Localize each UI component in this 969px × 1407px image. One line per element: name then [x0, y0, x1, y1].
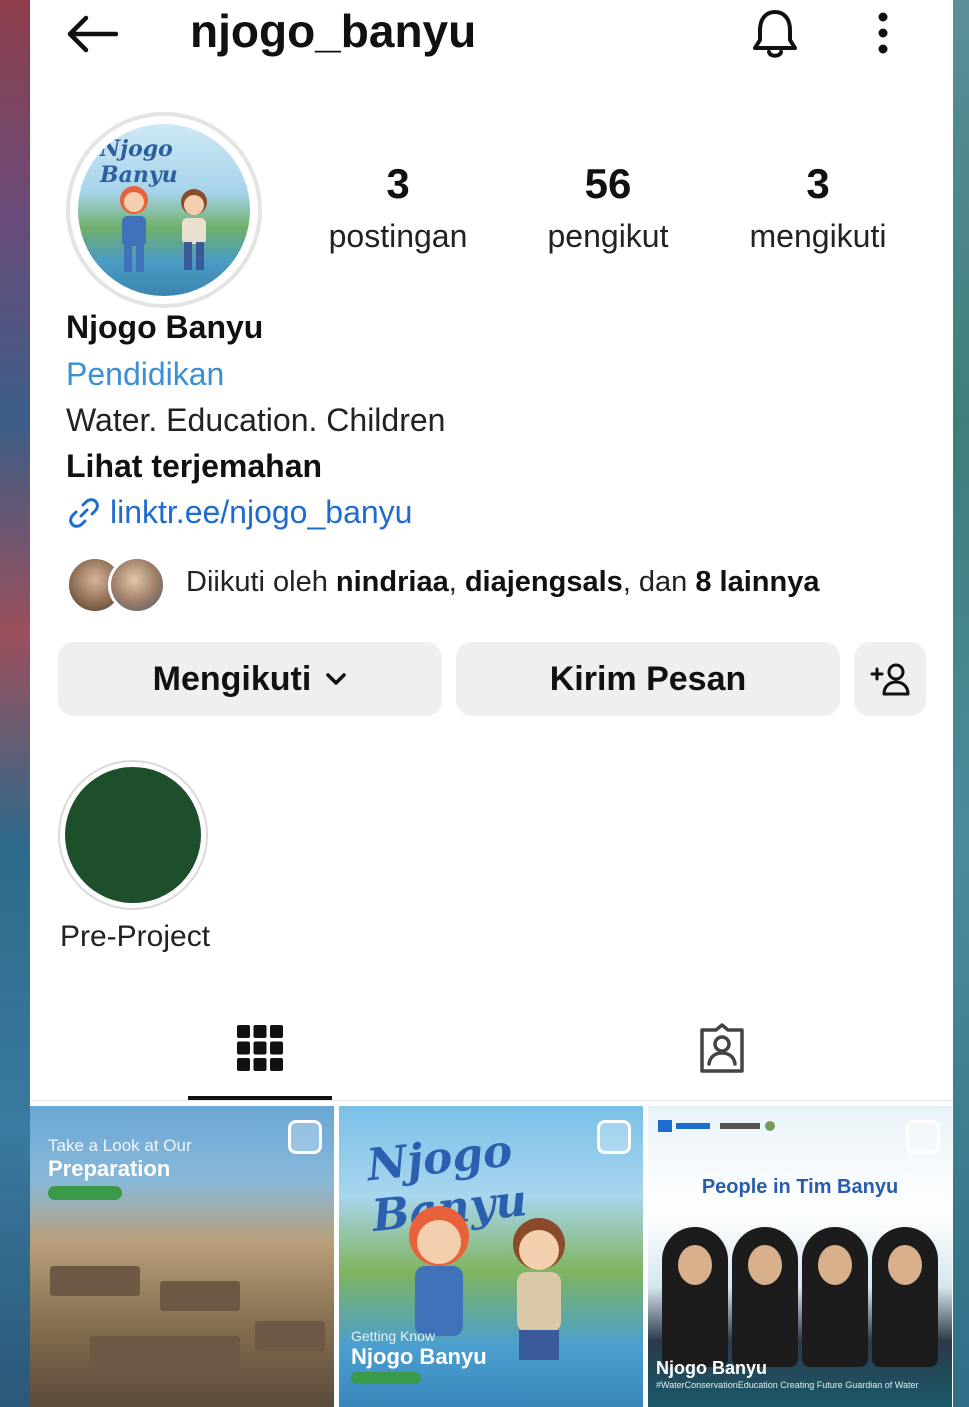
avatar-image: Njogo Banyu — [78, 124, 250, 296]
profile-bio: Water. Education. Children — [66, 402, 446, 438]
face — [748, 1245, 782, 1285]
classroom-desk — [90, 1336, 240, 1376]
stat-followers-label: pengikut — [547, 218, 669, 254]
multi-select-icon — [906, 1120, 940, 1154]
story-highlight-label: Pre-Project — [60, 920, 211, 953]
followed-by-conjunction: , dan — [622, 566, 696, 598]
stat-posts[interactable]: 3 postingan — [298, 160, 498, 255]
following-button[interactable]: Mengikuti — [58, 642, 442, 716]
post-thumbnail-1[interactable]: Take a Look at Our Preparation — [30, 1106, 334, 1407]
multi-select-icon — [597, 1120, 631, 1154]
profile-display-name: Njogo Banyu — [66, 309, 264, 345]
send-message-button-label: Kirim Pesan — [549, 659, 747, 698]
multi-select-icon — [288, 1120, 322, 1154]
stat-posts-label: postingan — [328, 218, 468, 254]
followed-by-user-1: nindriaa — [335, 566, 449, 598]
followed-by-others: 8 lainnya — [695, 566, 820, 598]
story-highlight[interactable] — [58, 760, 208, 910]
follower-avatar-2 — [108, 556, 166, 614]
followed-by-user-2: diajengsals — [464, 566, 623, 598]
post-thumbnail-3[interactable]: People in Tim Banyu Njogo Banyu #WaterCo… — [648, 1106, 952, 1407]
stat-following[interactable]: 3 mengikuti — [718, 160, 918, 255]
tab-tagged[interactable] — [650, 1010, 794, 1102]
background-right — [953, 0, 969, 1407]
avatar-boy-figure — [181, 189, 207, 270]
post-2-read-more — [351, 1372, 421, 1384]
arrow-left-icon[interactable] — [64, 14, 118, 54]
top-bar: njogo_banyu — [30, 0, 953, 70]
team-member — [662, 1227, 728, 1367]
post-1-title: Preparation — [48, 1156, 171, 1181]
tab-divider — [30, 1100, 953, 1101]
face — [678, 1245, 712, 1285]
face — [818, 1245, 852, 1285]
add-person-icon — [870, 663, 910, 696]
followed-by-text[interactable]: Diikuti oleh nindriaa, diajengsals, dan … — [186, 566, 820, 599]
profile-website-text: linktr.ee/njogo_banyu — [110, 494, 413, 530]
team-member — [802, 1227, 868, 1367]
stat-posts-count: 3 — [386, 160, 410, 207]
unesco-logo — [658, 1120, 775, 1132]
tagged-person-icon — [700, 1023, 744, 1073]
profile-screen: njogo_banyu Njogo Banyu 3 postingan 56 p… — [30, 0, 953, 1407]
grid-icon — [237, 1025, 283, 1071]
send-message-button[interactable]: Kirim Pesan — [456, 642, 840, 716]
see-translation-link[interactable]: Lihat terjemahan — [66, 448, 322, 485]
avatar-logo-text: Njogo Banyu — [100, 136, 178, 188]
post-2-subtitle: Getting Know — [351, 1328, 436, 1344]
post-thumbnail-2[interactable]: Njogo Banyu Getting Know Njogo Banyu — [339, 1106, 643, 1407]
story-highlight-cover — [65, 767, 201, 903]
post-2-name: Njogo Banyu — [351, 1344, 487, 1369]
link-icon — [69, 497, 99, 528]
profile-category[interactable]: Pendidikan — [66, 356, 224, 393]
profile-username: njogo_banyu — [190, 5, 477, 57]
background-left — [0, 0, 30, 1407]
stat-following-count: 3 — [806, 160, 830, 207]
followed-by-separator: , — [448, 566, 465, 598]
post-3-subtitle: #WaterConservationEducation Creating Fut… — [656, 1380, 919, 1390]
team-member — [732, 1227, 798, 1367]
classroom-desk — [50, 1266, 140, 1296]
profile-avatar[interactable]: Njogo Banyu — [66, 112, 262, 308]
followed-by-prefix: Diikuti oleh — [186, 566, 336, 598]
tab-posts-grid[interactable] — [188, 1010, 332, 1102]
team-member — [872, 1227, 938, 1367]
suggest-people-button[interactable] — [854, 642, 926, 716]
post-1-top-text: Take a Look at Our — [48, 1136, 192, 1155]
post-3-title: People in Tim Banyu — [701, 1176, 899, 1198]
more-vertical-icon[interactable] — [868, 10, 898, 56]
stat-followers[interactable]: 56 pengikut — [508, 160, 708, 255]
following-button-label: Mengikuti — [152, 659, 312, 698]
post-1-read-more — [48, 1186, 122, 1200]
bell-icon[interactable] — [750, 8, 800, 60]
stat-following-label: mengikuti — [749, 218, 887, 254]
stat-followers-count: 56 — [584, 160, 632, 207]
profile-website-link[interactable]: linktr.ee/njogo_banyu — [66, 494, 412, 531]
face — [888, 1245, 922, 1285]
classroom-desk — [160, 1281, 240, 1311]
post-3-name: Njogo Banyu — [656, 1358, 767, 1378]
chevron-down-icon — [326, 673, 347, 685]
classroom-desk — [255, 1321, 325, 1351]
avatar-girl-figure — [120, 186, 148, 272]
